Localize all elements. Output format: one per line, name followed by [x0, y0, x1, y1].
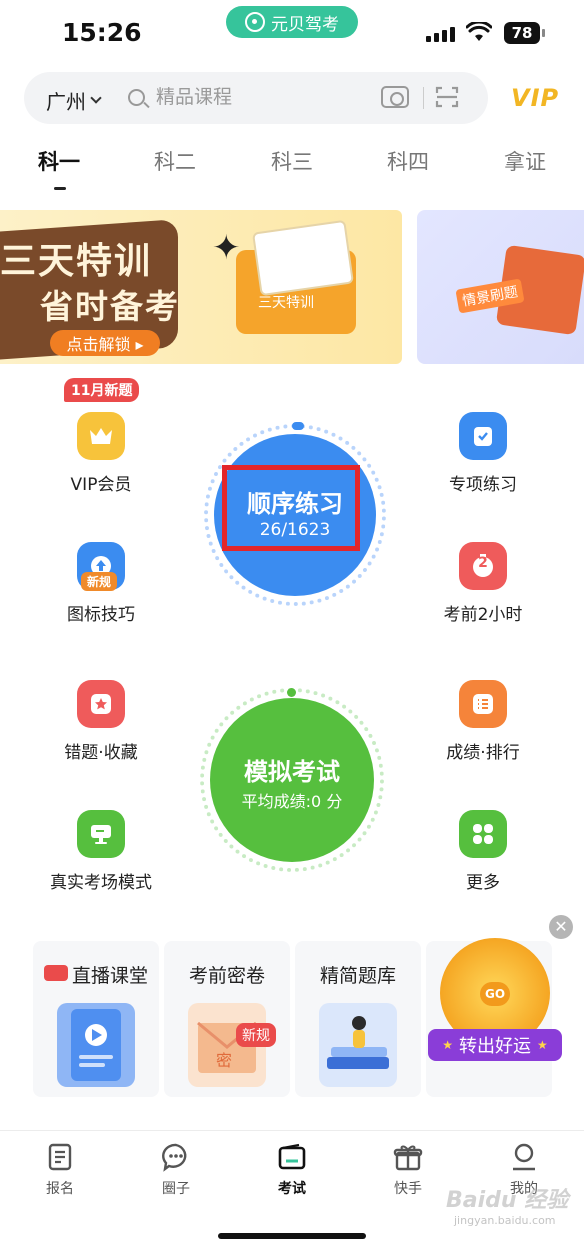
mistakes-favorites-entry[interactable]: 错题·收藏 [36, 680, 166, 763]
nav-label: 报名 [46, 1181, 74, 1197]
new-questions-badge: 11月新题 [64, 378, 140, 402]
progress-marker [292, 422, 304, 430]
sign-tips-label: 图标技巧 [67, 605, 135, 625]
clipboard-check-icon [459, 412, 507, 460]
battery-indicator: 78 [504, 22, 545, 44]
live-icon [43, 965, 68, 981]
two-hours-before-entry[interactable]: 2 考前2小时 [418, 542, 548, 625]
wheel-go-label: GO [480, 982, 510, 1006]
search-divider [423, 87, 424, 109]
tab-subject-3[interactable]: 科三 [271, 146, 313, 176]
app-name-pill: 元贝驾考 [226, 6, 358, 38]
chevron-down-icon [90, 92, 102, 104]
nav-label: 考试 [278, 1181, 306, 1197]
list-icon [459, 680, 507, 728]
real-exam-mode-entry[interactable]: 真实考场模式 [36, 810, 166, 893]
live-class-title: 直播课堂 [33, 961, 159, 988]
promo-banner-training[interactable]: 三天特训 省时备考 点击解锁 ▸ ✦ 三天特训 [0, 210, 402, 364]
live-class-card[interactable]: 直播课堂 [33, 941, 159, 1097]
star-icon: ★ [537, 1038, 548, 1052]
secret-seal: 密 [216, 1051, 233, 1070]
banner-headline: 三天特训 [0, 241, 153, 282]
app-name: 元贝驾考 [271, 14, 339, 35]
special-practice-entry[interactable]: 专项练习 [418, 412, 548, 495]
status-time: 15:26 [62, 18, 142, 47]
vip-member-label: VIP会员 [70, 475, 132, 495]
folder-label: 三天特训 [258, 295, 314, 311]
more-label: 更多 [466, 873, 500, 893]
real-exam-mode-label: 真实考场模式 [50, 873, 152, 893]
mock-exam-average: 平均成绩:0 分 [241, 792, 343, 811]
stopwatch-number: 2 [478, 555, 488, 571]
vip-member-entry[interactable]: VIP会员 [36, 412, 166, 495]
pre-exam-secret-paper-card[interactable]: 考前密卷 密 新规 [164, 941, 290, 1097]
promo-banner-scenario[interactable]: 情景刷题 [417, 210, 584, 364]
vip-button[interactable]: VIP [511, 84, 559, 112]
tab-subject-1[interactable]: 科一 [38, 146, 80, 176]
two-hours-before-label: 考前2小时 [443, 605, 523, 625]
crown-icon [77, 412, 125, 460]
person-icon [509, 1142, 539, 1172]
close-icon[interactable]: ✕ [549, 915, 573, 939]
search-input[interactable] [156, 86, 376, 108]
wallet-icon [277, 1142, 307, 1172]
banner-subheadline: 省时备考 [40, 287, 180, 326]
mock-exam-title: 模拟考试 [244, 758, 340, 786]
stopwatch-icon: 2 [459, 542, 507, 590]
status-bar: 15:26 元贝驾考 78 [0, 0, 584, 66]
city-selector[interactable]: 广州 [46, 86, 102, 115]
baidu-watermark: Baidu 经验 [446, 1188, 569, 1213]
phone-video-illustration [57, 1003, 135, 1087]
camera-icon[interactable] [381, 86, 409, 108]
new-rule-badge: 新规 [236, 1023, 276, 1047]
banner-unlock-button[interactable]: 点击解锁 ▸ [50, 330, 160, 356]
active-tab-indicator [54, 187, 66, 190]
home-indicator [218, 1233, 366, 1239]
nav-label: 圈子 [162, 1181, 190, 1197]
new-rule-badge: 新规 [81, 572, 118, 591]
nav-item-signup[interactable]: 报名 [20, 1142, 100, 1198]
spin-for-luck-button[interactable]: ★ 转出好运 ★ [428, 1029, 562, 1061]
upload-arrow-icon: 新规 [77, 542, 125, 591]
wifi-icon [466, 22, 492, 41]
spin-for-luck-label: 转出好运 [459, 1036, 531, 1057]
secret-paper-title: 考前密卷 [188, 965, 265, 987]
nav-label: 快手 [394, 1181, 422, 1197]
gift-icon [393, 1142, 423, 1172]
exam-ring-marker [287, 688, 296, 697]
sign-tips-entry[interactable]: 新规 图标技巧 [36, 542, 166, 625]
tab-subject-2[interactable]: 科二 [154, 146, 196, 176]
search-icon [128, 89, 145, 106]
concise-bank-title: 精简题库 [319, 965, 396, 987]
baidu-watermark-url: jingyan.baidu.com [454, 1214, 556, 1227]
more-entry[interactable]: 更多 [418, 810, 548, 893]
annotation-highlight-box [222, 465, 360, 551]
document-icon [45, 1142, 75, 1172]
books-illustration [319, 1003, 397, 1087]
nav-item-community[interactable]: 圈子 [136, 1142, 216, 1198]
bottom-nav-divider [0, 1130, 584, 1131]
cellular-signal-icon [426, 27, 455, 42]
four-leaf-icon [459, 810, 507, 858]
mistakes-favorites-label: 错题·收藏 [64, 743, 138, 763]
star-icon [77, 680, 125, 728]
subject-tabs: 科一 科二 科三 科四 拿证 [0, 146, 584, 190]
city-label: 广州 [46, 90, 86, 114]
tab-license[interactable]: 拿证 [504, 146, 546, 176]
special-practice-label: 专项练习 [449, 475, 517, 495]
chat-bubble-icon [161, 1142, 191, 1172]
monitor-icon [77, 810, 125, 858]
concise-question-bank-card[interactable]: 精简题库 [295, 941, 421, 1097]
search-bar[interactable]: 广州 [24, 72, 488, 124]
nav-item-exam[interactable]: 考试 [252, 1142, 332, 1198]
scores-ranking-entry[interactable]: 成绩·排行 [418, 680, 548, 763]
nav-item-kuaishou[interactable]: 快手 [368, 1142, 448, 1198]
scores-ranking-label: 成绩·排行 [446, 743, 520, 763]
folder-illustration: 三天特训 [236, 250, 356, 334]
tab-subject-4[interactable]: 科四 [387, 146, 429, 176]
star-icon: ★ [442, 1038, 453, 1052]
scan-icon[interactable] [435, 85, 459, 109]
steering-wheel-icon [245, 12, 265, 32]
